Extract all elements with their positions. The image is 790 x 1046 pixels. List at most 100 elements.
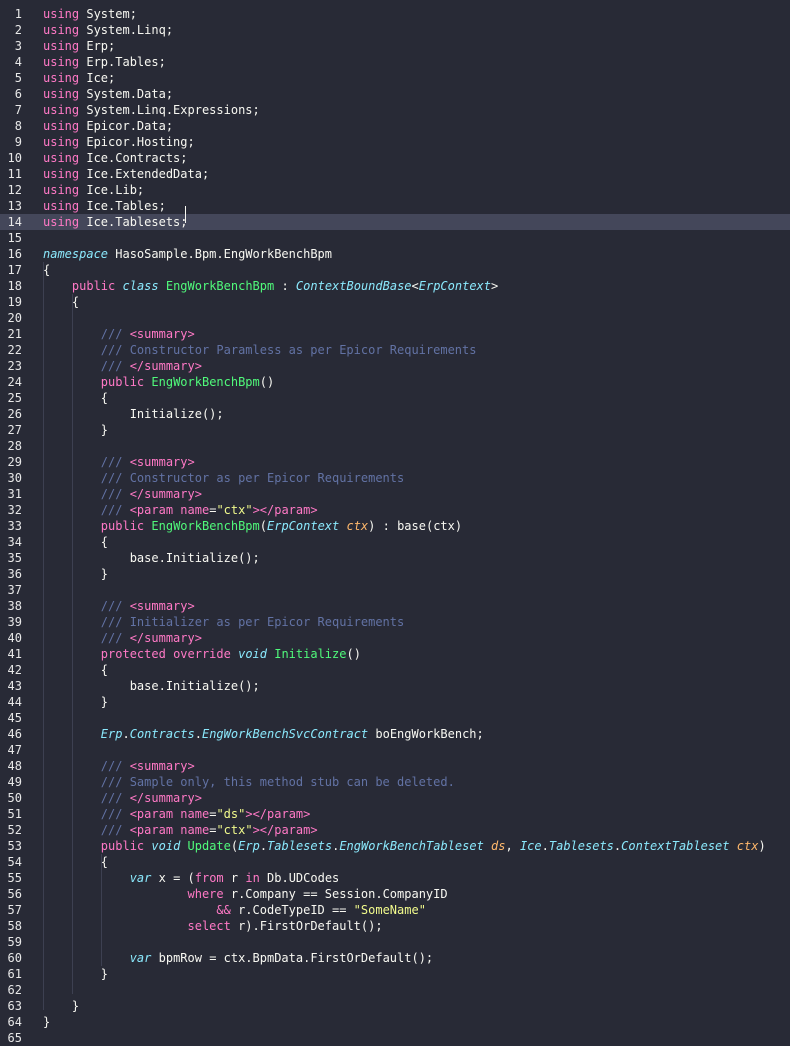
line-code[interactable]: using Erp.Tables; <box>43 54 166 70</box>
code-line[interactable]: 42 { <box>0 662 790 678</box>
code-line[interactable]: 8 using Epicor.Data; <box>0 118 790 134</box>
code-line[interactable]: 30 /// Constructor as per Epicor Require… <box>0 470 790 486</box>
code-line[interactable]: 7 using System.Linq.Expressions; <box>0 102 790 118</box>
code-line[interactable]: 32 /// <param name="ctx"></param> <box>0 502 790 518</box>
code-line[interactable]: 14 using Ice.Tablesets; <box>0 214 790 230</box>
line-code[interactable]: using System.Linq.Expressions; <box>43 102 260 118</box>
code-line[interactable]: 18 public class EngWorkBenchBpm : Contex… <box>0 278 790 294</box>
line-code[interactable]: { <box>43 854 108 870</box>
line-code[interactable]: where r.Company == Session.CompanyID <box>43 886 448 902</box>
line-code[interactable]: using System.Data; <box>43 86 173 102</box>
code-line[interactable]: 50 /// </summary> <box>0 790 790 806</box>
line-code[interactable]: { <box>43 534 108 550</box>
line-code[interactable]: && r.CodeTypeID == "SomeName" <box>43 902 426 918</box>
line-code[interactable]: select r).FirstOrDefault(); <box>43 918 383 934</box>
code-line[interactable]: 45 <box>0 710 790 726</box>
line-code[interactable]: } <box>43 966 108 982</box>
code-line[interactable]: 57 && r.CodeTypeID == "SomeName" <box>0 902 790 918</box>
code-line[interactable]: 58 select r).FirstOrDefault(); <box>0 918 790 934</box>
code-line[interactable]: 64} <box>0 1014 790 1030</box>
line-code[interactable]: public EngWorkBenchBpm(ErpContext ctx) :… <box>43 518 462 534</box>
code-line[interactable]: 59 <box>0 934 790 950</box>
line-code[interactable]: /// </summary> <box>43 358 202 374</box>
line-code[interactable]: using Ice.Lib; <box>43 182 144 198</box>
code-line[interactable]: 47 <box>0 742 790 758</box>
code-line[interactable]: 55 var x = (from r in Db.UDCodes <box>0 870 790 886</box>
code-line[interactable]: 15 <box>0 230 790 246</box>
line-code[interactable]: using System; <box>43 6 137 22</box>
code-line[interactable]: 12 using Ice.Lib; <box>0 182 790 198</box>
code-line[interactable]: 27 } <box>0 422 790 438</box>
line-code[interactable]: /// <param name="ctx"></param> <box>43 822 318 838</box>
line-code[interactable]: Initialize(); <box>43 406 224 422</box>
code-line[interactable]: 17 { <box>0 262 790 278</box>
code-line[interactable]: 48 /// <summary> <box>0 758 790 774</box>
code-line[interactable]: 11 using Ice.ExtendedData; <box>0 166 790 182</box>
code-line[interactable]: 23 /// </summary> <box>0 358 790 374</box>
code-line[interactable]: 16 namespace HasoSample.Bpm.EngWorkBenchB… <box>0 246 790 262</box>
code-line[interactable]: 49 /// Sample only, this method stub can… <box>0 774 790 790</box>
line-code[interactable]: base.Initialize(); <box>43 550 260 566</box>
line-code[interactable]: /// Initializer as per Epicor Requiremen… <box>43 614 404 630</box>
code-editor[interactable]: 1 using System; 2 using System.Linq; 3 using … <box>0 0 790 1045</box>
line-code[interactable]: } <box>43 422 108 438</box>
code-line[interactable]: 2 using System.Linq; <box>0 22 790 38</box>
code-line[interactable]: 10 using Ice.Contracts; <box>0 150 790 166</box>
code-line[interactable]: 52 /// <param name="ctx"></param> <box>0 822 790 838</box>
code-line[interactable]: 34 { <box>0 534 790 550</box>
line-code[interactable]: /// <param name="ds"></param> <box>43 806 311 822</box>
line-code[interactable]: /// </summary> <box>43 486 202 502</box>
code-line[interactable]: 19 { <box>0 294 790 310</box>
line-code[interactable]: public class EngWorkBenchBpm : ContextBo… <box>43 278 498 294</box>
line-code[interactable]: } <box>43 694 108 710</box>
line-code[interactable]: base.Initialize(); <box>43 678 260 694</box>
line-code[interactable]: /// </summary> <box>43 630 202 646</box>
code-line[interactable]: 31 /// </summary> <box>0 486 790 502</box>
line-code[interactable]: namespace HasoSample.Bpm.EngWorkBenchBpm <box>43 246 332 262</box>
line-code[interactable]: protected override void Initialize() <box>43 646 361 662</box>
code-line[interactable]: 26 Initialize(); <box>0 406 790 422</box>
code-line[interactable]: 65 <box>0 1030 790 1046</box>
code-line[interactable]: 36 } <box>0 566 790 582</box>
code-line[interactable]: 43 base.Initialize(); <box>0 678 790 694</box>
line-code[interactable]: } <box>43 998 79 1014</box>
line-code[interactable]: var bpmRow = ctx.BpmData.FirstOrDefault(… <box>43 950 433 966</box>
code-line[interactable]: 33 public EngWorkBenchBpm(ErpContext ctx… <box>0 518 790 534</box>
code-line[interactable]: 63 } <box>0 998 790 1014</box>
line-code[interactable]: /// <param name="ctx"></param> <box>43 502 318 518</box>
code-line[interactable]: 28 <box>0 438 790 454</box>
line-code[interactable]: using Ice.Tables; <box>43 198 166 214</box>
code-line[interactable]: 56 where r.Company == Session.CompanyID <box>0 886 790 902</box>
code-line[interactable]: 46 Erp.Contracts.EngWorkBenchSvcContract… <box>0 726 790 742</box>
code-line[interactable]: 51 /// <param name="ds"></param> <box>0 806 790 822</box>
line-code[interactable]: using Ice.Tablesets; <box>43 214 188 230</box>
code-line[interactable]: 25 { <box>0 390 790 406</box>
code-line[interactable]: 40 /// </summary> <box>0 630 790 646</box>
code-line[interactable]: 41 protected override void Initialize() <box>0 646 790 662</box>
code-line[interactable]: 13 using Ice.Tables; <box>0 198 790 214</box>
line-code[interactable]: /// <summary> <box>43 454 195 470</box>
code-line[interactable]: 24 public EngWorkBenchBpm() <box>0 374 790 390</box>
line-code[interactable]: using System.Linq; <box>43 22 173 38</box>
line-code[interactable]: using Ice.ExtendedData; <box>43 166 209 182</box>
line-code[interactable]: /// Sample only, this method stub can be… <box>43 774 455 790</box>
line-code[interactable]: var x = (from r in Db.UDCodes <box>43 870 340 886</box>
code-line[interactable]: 1 using System; <box>0 6 790 22</box>
code-line[interactable]: 3 using Erp; <box>0 38 790 54</box>
line-code[interactable]: public void Update(Erp.Tablesets.EngWork… <box>43 838 766 854</box>
line-code[interactable]: using Ice; <box>43 70 115 86</box>
line-code[interactable]: { <box>43 390 108 406</box>
line-code[interactable]: } <box>43 566 108 582</box>
line-code[interactable]: /// <summary> <box>43 598 195 614</box>
code-line[interactable]: 5 using Ice; <box>0 70 790 86</box>
line-code[interactable]: Erp.Contracts.EngWorkBenchSvcContract bo… <box>43 726 484 742</box>
code-line[interactable]: 20 <box>0 310 790 326</box>
line-code[interactable]: public EngWorkBenchBpm() <box>43 374 274 390</box>
line-code[interactable]: { <box>43 662 108 678</box>
code-line[interactable]: 29 /// <summary> <box>0 454 790 470</box>
line-code[interactable]: using Epicor.Hosting; <box>43 134 195 150</box>
code-line[interactable]: 39 /// Initializer as per Epicor Require… <box>0 614 790 630</box>
code-line[interactable]: 61 } <box>0 966 790 982</box>
line-code[interactable]: using Ice.Contracts; <box>43 150 188 166</box>
code-line[interactable]: 37 <box>0 582 790 598</box>
